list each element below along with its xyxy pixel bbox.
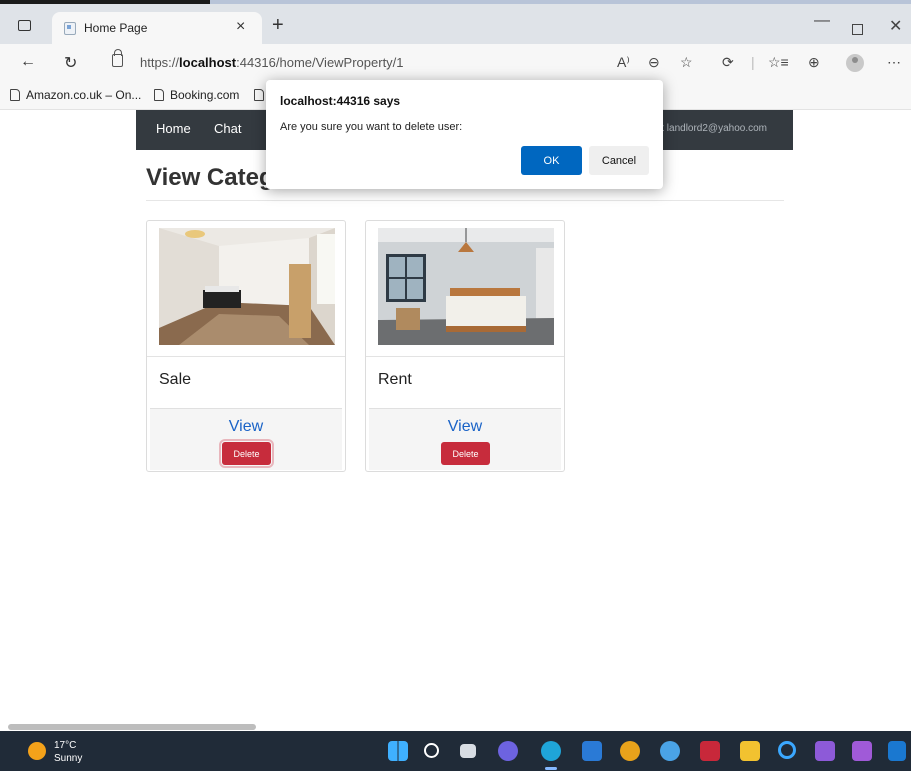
- zoom-icon[interactable]: ⊖: [648, 54, 660, 71]
- task-view-icon[interactable]: [460, 744, 476, 758]
- outlook-icon[interactable]: [888, 741, 906, 761]
- dialog-message: Are you sure you want to delete user:: [280, 121, 463, 133]
- dialog-cancel-button[interactable]: Cancel: [589, 146, 649, 175]
- nav-home-link[interactable]: Home: [156, 121, 191, 136]
- store-icon[interactable]: [582, 741, 602, 761]
- tab-actions-icon[interactable]: [18, 20, 31, 31]
- view-link[interactable]: View: [150, 418, 342, 436]
- read-aloud-icon[interactable]: A⁾: [617, 54, 630, 71]
- card-footer: View Delete: [369, 408, 561, 470]
- window-minimize-icon[interactable]: —: [814, 12, 830, 30]
- view-link[interactable]: View: [369, 418, 561, 436]
- bookmark-booking[interactable]: Booking.com: [154, 88, 239, 102]
- visual-studio-icon[interactable]: [815, 741, 835, 761]
- windows-start-icon[interactable]: [388, 741, 408, 761]
- property-card-rent: Rent View Delete: [365, 220, 565, 472]
- card-footer: View Delete: [150, 408, 342, 470]
- url-text: https://localhost:44316/home/ViewPropert…: [140, 55, 404, 70]
- dialog-ok-button[interactable]: OK: [521, 146, 582, 175]
- app-icon[interactable]: [660, 741, 680, 761]
- refresh-icon[interactable]: ↻: [64, 53, 77, 73]
- sun-weather-icon[interactable]: [28, 742, 46, 760]
- favorites-icon[interactable]: ☆≡: [768, 54, 789, 71]
- tab-close-icon[interactable]: ×: [236, 18, 245, 36]
- weather-condition[interactable]: Sunny: [54, 753, 82, 764]
- favorite-star-icon[interactable]: ☆: [680, 54, 693, 71]
- card-image-area: [366, 221, 564, 357]
- nav-user-logout[interactable]: ut landlord2@yahoo.com: [656, 123, 767, 134]
- profile-avatar[interactable]: [846, 54, 864, 72]
- dialog-title: localhost:44316 says: [280, 94, 401, 108]
- card-title: Rent: [378, 371, 412, 388]
- chat-icon[interactable]: [498, 741, 518, 761]
- toolbar-divider: |: [751, 54, 755, 70]
- window-close-icon[interactable]: ✕: [889, 16, 902, 36]
- confirm-dialog: localhost:44316 says Are you sure you wa…: [266, 80, 663, 189]
- search-icon[interactable]: [424, 743, 439, 758]
- browser-tab-home[interactable]: Home Page ×: [52, 12, 262, 44]
- address-bar: ← ↻ https://localhost:44316/home/ViewPro…: [0, 44, 911, 82]
- file-explorer-icon[interactable]: [740, 741, 760, 761]
- lock-icon[interactable]: [112, 49, 123, 67]
- edge-icon[interactable]: [541, 741, 561, 761]
- delete-button[interactable]: Delete: [219, 439, 274, 468]
- window-maximize-icon[interactable]: [852, 24, 863, 35]
- tab-bar-accent-right: [210, 0, 911, 4]
- page-title: View Categ: [146, 164, 274, 191]
- card-title: Sale: [159, 371, 192, 388]
- tab-bar-accent: [0, 0, 210, 4]
- browser-tab-bar: Home Page × + — ✕: [0, 0, 911, 44]
- windows-taskbar: 17°C Sunny: [0, 731, 911, 771]
- page-icon: [10, 89, 20, 101]
- more-options-icon[interactable]: ⋯: [887, 54, 901, 71]
- weather-temperature[interactable]: 17°C: [54, 740, 76, 751]
- horizontal-scrollbar[interactable]: [8, 724, 256, 730]
- back-arrow-icon[interactable]: ←: [20, 53, 36, 71]
- nav-chat-link[interactable]: Chat: [214, 121, 241, 136]
- page-icon: [154, 89, 164, 101]
- tab-title: Home Page: [84, 21, 148, 35]
- mcafee-icon[interactable]: [700, 741, 720, 761]
- new-tab-icon[interactable]: +: [272, 14, 284, 37]
- bookmark-amazon[interactable]: Amazon.co.uk – On...: [10, 88, 141, 102]
- collections-icon[interactable]: ⊕: [808, 54, 820, 71]
- card-image-area: [147, 221, 345, 357]
- title-divider: [146, 200, 784, 201]
- cortana-icon[interactable]: [778, 741, 796, 759]
- extensions-icon[interactable]: ⟳: [722, 54, 734, 71]
- delete-button[interactable]: Delete: [441, 442, 490, 465]
- active-app-indicator: [545, 767, 557, 770]
- chrome-icon[interactable]: [620, 741, 640, 761]
- page-favicon-icon: [64, 22, 76, 35]
- bedroom-photo-sale: [159, 228, 335, 345]
- bedroom-photo-rent: [378, 228, 554, 345]
- property-card-sale: Sale View Delete: [146, 220, 346, 472]
- visual-studio-alt-icon[interactable]: [852, 741, 872, 761]
- page-icon: [254, 89, 264, 101]
